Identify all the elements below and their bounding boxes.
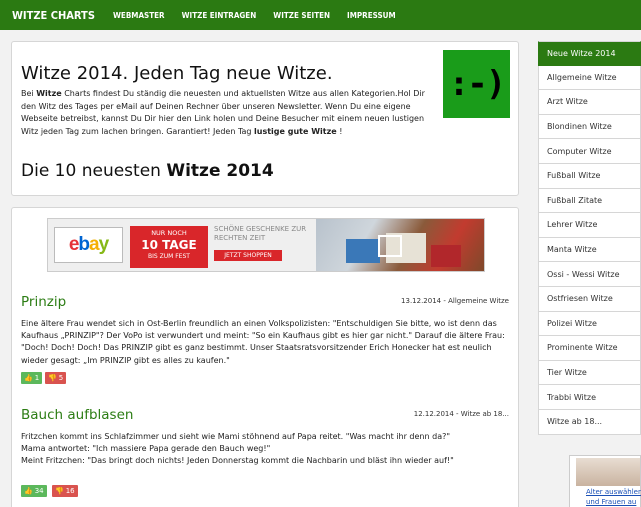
ad-gift-text: SCHÖNE GESCHENKE ZUR RECHTEN ZEIT <box>214 225 307 242</box>
sidebar-item-manta[interactable]: Manta Witze <box>538 237 641 263</box>
sidebar-item-polizei[interactable]: Polizei Witze <box>538 311 641 337</box>
joke-title[interactable]: Prinzip <box>21 294 66 310</box>
sidebar-item-tier[interactable]: Tier Witze <box>538 360 641 386</box>
thumbs-down-icon: 👎 <box>48 374 57 382</box>
intro-text-part: Charts findest Du ständig die neuesten u… <box>21 89 425 136</box>
intro-text-part: Bei <box>21 89 37 98</box>
sidebar-item-trabbi[interactable]: Trabbi Witze <box>538 385 641 410</box>
ebay-ad-banner[interactable]: ebay NUR NOCH 10 TAGE BIS ZUM FEST SCHÖN… <box>47 218 485 272</box>
upvote-count: 34 <box>34 487 44 495</box>
sidebar-item-fussball-zitate[interactable]: Fußball Zitate <box>538 188 641 214</box>
gift-box-red <box>431 245 461 267</box>
ad-countdown-line1: NUR NOCH <box>151 229 187 237</box>
nav-link-impressum[interactable]: IMPRESSUM <box>347 11 396 20</box>
downvote-count: 16 <box>65 487 75 495</box>
sidebar-item-neue-witze[interactable]: Neue Witze 2014 <box>538 41 641 66</box>
intro-panel: Witze 2014. Jeden Tag neue Witze. :-) Be… <box>11 41 519 196</box>
nav-link-witze-seiten[interactable]: WITZE SEITEN <box>273 11 330 20</box>
smiley-logo: :-) <box>443 50 510 118</box>
site-brand-link[interactable]: WITZE CHARTS <box>12 9 95 22</box>
gift-box-blue <box>346 239 380 263</box>
upvote-button[interactable]: 👍 34 <box>21 485 47 497</box>
intro-text: Bei Witze Charts findest Du ständig die … <box>21 88 439 138</box>
ad-link-line1[interactable]: Alter auswählen <box>586 488 641 496</box>
joke-title[interactable]: Bauch aufblasen <box>21 407 133 423</box>
ad-shop-button[interactable]: JETZT SHOPPEN <box>214 250 282 261</box>
intro-bold-lustige: lustige gute Witze <box>254 126 337 136</box>
page-title: Witze 2014. Jeden Tag neue Witze. <box>21 63 333 84</box>
intro-text-part: ! <box>336 126 343 136</box>
sidebar-item-ostfriesen[interactable]: Ostfriesen Witze <box>538 286 641 312</box>
joke-text-line: Fritzchen kommt ins Schlafzimmer und sie… <box>21 432 451 441</box>
joke-text-line: Mama antwortet: "Ich massiere Papa gerad… <box>21 444 271 454</box>
sidebar-item-lehrer[interactable]: Lehrer Witze <box>538 213 641 238</box>
sidebar-item-allgemeine[interactable]: Allgemeine Witze <box>538 65 641 91</box>
joke-text-line: Meint Fritzchen: "Das bringt doch nichts… <box>21 456 454 466</box>
ad-image <box>576 458 640 486</box>
section-title-bold: Witze 2014 <box>166 161 274 181</box>
ad-countdown-line3: BIS ZUM FEST <box>148 253 190 260</box>
downvote-count: 5 <box>58 374 64 382</box>
sidebar-item-arzt[interactable]: Arzt Witze <box>538 90 641 115</box>
jokes-panel: ebay NUR NOCH 10 TAGE BIS ZUM FEST SCHÖN… <box>11 207 519 507</box>
section-title-part: Die 10 neuesten <box>21 161 167 181</box>
sidebar-item-prominente[interactable]: Prominente Witze <box>538 336 641 361</box>
ad-play-icon <box>378 235 402 257</box>
sidebar-item-fussball-witze[interactable]: Fußball Witze <box>538 163 641 189</box>
joke-meta[interactable]: 13.12.2014 - Allgemeine Witze <box>401 297 509 305</box>
upvote-count: 1 <box>34 374 40 382</box>
intro-bold-witze: Witze <box>36 89 62 98</box>
sidebar-item-ossi-wessi[interactable]: Ossi - Wessi Witze <box>538 262 641 287</box>
upvote-button[interactable]: 👍 1 <box>21 372 43 384</box>
ad-countdown-line2: 10 TAGE <box>141 238 197 252</box>
top-navigation: WITZE CHARTS WEBMASTER WITZE EINTRAGEN W… <box>0 0 641 30</box>
joke-text: Fritzchen kommt ins Schlafzimmer und sie… <box>21 431 510 468</box>
nav-link-webmaster[interactable]: WEBMASTER <box>113 11 165 20</box>
joke-meta[interactable]: 12.12.2014 - Witze ab 18... <box>414 410 509 418</box>
thumbs-down-icon: 👎 <box>55 487 64 495</box>
ebay-logo-a: a <box>89 234 100 255</box>
nav-link-witze-eintragen[interactable]: WITZE EINTRAGEN <box>182 11 257 20</box>
sidebar-item-ab-18[interactable]: Witze ab 18... <box>538 409 641 435</box>
category-sidebar: Neue Witze 2014 Allgemeine Witze Arzt Wi… <box>538 41 641 435</box>
sidebar-item-blondinen[interactable]: Blondinen Witze <box>538 114 641 140</box>
ad-countdown-box: NUR NOCH 10 TAGE BIS ZUM FEST <box>130 226 208 268</box>
ebay-logo-e: e <box>68 234 80 255</box>
section-title: Die 10 neuesten Witze 2014 <box>21 161 274 181</box>
ad-link-line2[interactable]: und Frauen au <box>586 498 636 506</box>
thumbs-up-icon: 👍 <box>24 487 33 495</box>
ebay-logo-b: b <box>78 234 90 255</box>
downvote-button[interactable]: 👎 5 <box>45 372 67 384</box>
ebay-logo-y: y <box>98 234 110 255</box>
thumbs-up-icon: 👍 <box>24 374 33 382</box>
downvote-button[interactable]: 👎 16 <box>52 485 78 497</box>
joke-text: Eine ältere Frau wendet sich in Ost-Berl… <box>21 319 505 365</box>
ebay-logo: ebay <box>54 227 123 263</box>
dating-ad[interactable]: Alter auswählen und Frauen au <box>569 455 641 507</box>
sidebar-item-computer[interactable]: Computer Witze <box>538 139 641 164</box>
